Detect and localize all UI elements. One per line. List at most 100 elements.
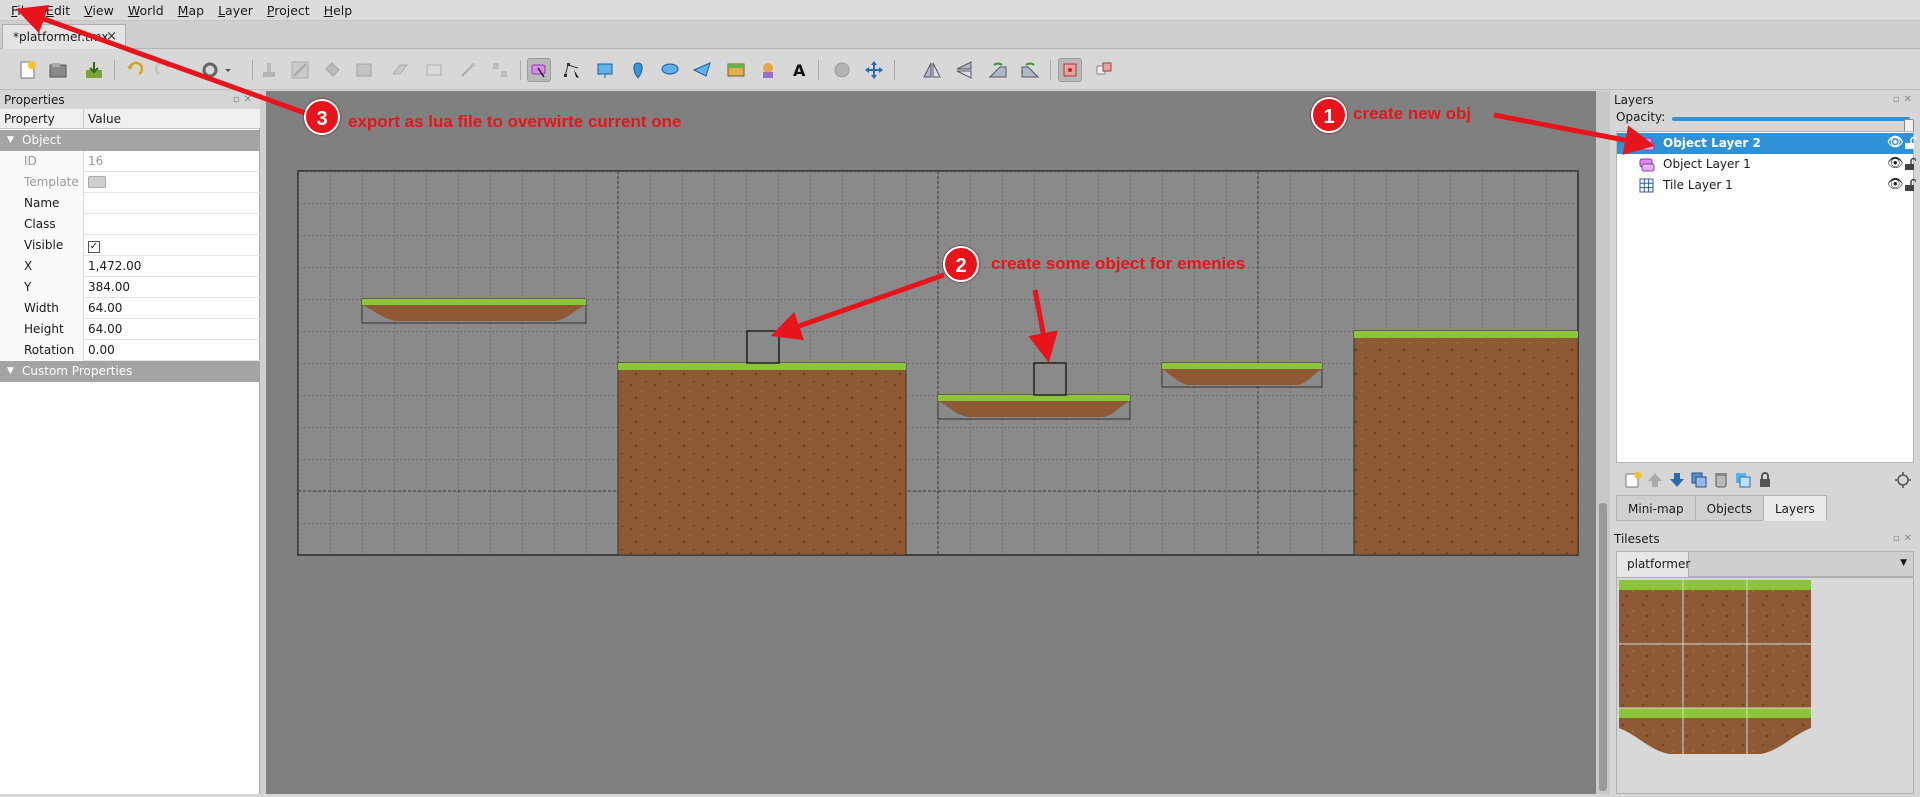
delete-layer-icon[interactable]	[1712, 471, 1730, 489]
terrain-brush-icon[interactable]	[288, 58, 312, 82]
menu-project[interactable]: Project	[260, 0, 317, 21]
lower-layer-icon[interactable]	[1668, 471, 1686, 489]
rectangle-select-icon[interactable]	[422, 58, 446, 82]
bucket-fill-icon[interactable]	[320, 58, 344, 82]
insert-polygon-icon[interactable]	[690, 58, 714, 82]
menu-map[interactable]: Map	[171, 0, 211, 21]
tileset-view[interactable]	[1616, 577, 1914, 794]
visible-value[interactable]: ✓	[84, 235, 260, 256]
panel-float-close-icons[interactable]: ▫✕	[1893, 533, 1916, 544]
world-tool-icon[interactable]	[830, 58, 854, 82]
panel-float-close-icons[interactable]: ▫✕	[233, 94, 256, 105]
insert-rectangle-icon[interactable]	[593, 58, 617, 82]
unlocked-icon[interactable]	[1904, 157, 1916, 171]
property-row-rotation[interactable]: Rotation 0.00	[0, 340, 260, 361]
eraser-icon[interactable]	[388, 58, 412, 82]
annotation-text-3: export as lua file to overwirte current …	[348, 112, 682, 131]
tileset-tab-platformer[interactable]: platformer	[1617, 552, 1690, 577]
random-mode-icon[interactable]	[1058, 58, 1082, 82]
visible-checkbox[interactable]: ✓	[88, 241, 100, 253]
open-file-icon[interactable]	[46, 58, 70, 82]
stamp-brush-icon[interactable]	[257, 58, 281, 82]
edit-polygons-icon[interactable]	[560, 58, 584, 82]
insert-tile-icon[interactable]	[724, 58, 748, 82]
flip-vertical-icon[interactable]	[952, 58, 976, 82]
highlight-layer-icon[interactable]	[1894, 471, 1912, 489]
layer-row-object-layer-2[interactable]: Object Layer 2 👁	[1617, 133, 1916, 154]
menu-view[interactable]: View	[77, 0, 121, 21]
menu-edit[interactable]: Edit	[39, 0, 77, 21]
new-layer-icon[interactable]	[1624, 471, 1642, 489]
shape-fill-icon[interactable]	[352, 58, 376, 82]
x-field[interactable]: 1,472.00	[84, 256, 260, 277]
close-tab-icon[interactable]: ×	[106, 29, 117, 44]
property-row-width[interactable]: Width 64.00	[0, 298, 260, 319]
layer-row-object-layer-1[interactable]: Object Layer 1 👁	[1617, 154, 1916, 175]
visibility-eye-icon[interactable]: 👁	[1887, 177, 1904, 192]
property-row-x[interactable]: X 1,472.00	[0, 256, 260, 277]
menu-layer[interactable]: Layer	[211, 0, 260, 21]
tileset-menu-chevron-icon[interactable]: ▼	[1900, 558, 1907, 568]
menu-world[interactable]: World	[121, 0, 171, 21]
property-row-name[interactable]: Name	[0, 193, 260, 214]
rotate-right-icon[interactable]	[1018, 58, 1042, 82]
width-field[interactable]: 64.00	[84, 298, 260, 319]
class-field[interactable]	[84, 214, 260, 235]
object-group-header[interactable]: ▼ Object	[0, 130, 260, 151]
name-field[interactable]	[84, 193, 260, 214]
tab-mini-map[interactable]: Mini-map	[1616, 495, 1696, 521]
insert-template-icon[interactable]	[756, 58, 780, 82]
value-column-header[interactable]: Value	[84, 109, 121, 129]
new-file-icon[interactable]	[16, 58, 40, 82]
raise-layer-icon[interactable]	[1646, 471, 1664, 489]
visibility-eye-icon[interactable]: 👁	[1887, 156, 1904, 171]
canvas-vertical-scrollbar[interactable]	[1596, 91, 1610, 794]
layer-group-icon[interactable]	[1734, 471, 1752, 489]
opacity-slider[interactable]	[1672, 117, 1914, 133]
map-view[interactable]	[266, 91, 1596, 794]
save-file-icon[interactable]	[82, 58, 106, 82]
tab-layers[interactable]: Layers	[1762, 495, 1827, 521]
redo-icon[interactable]	[152, 58, 176, 82]
layers-list: Object Layer 2 👁 Object Layer 1 👁 Tile L…	[1616, 131, 1916, 463]
map-canvas[interactable]	[266, 91, 1596, 794]
annotation-text-1: create new obj	[1353, 104, 1472, 123]
height-field[interactable]: 64.00	[84, 319, 260, 340]
property-row-visible[interactable]: Visible ✓	[0, 235, 260, 256]
move-icon[interactable]	[862, 58, 886, 82]
property-row-height[interactable]: Height 64.00	[0, 319, 260, 340]
insert-ellipse-icon[interactable]	[658, 58, 682, 82]
tileset-image	[1619, 580, 1811, 760]
magic-wand-icon[interactable]	[456, 58, 480, 82]
menu-file[interactable]: File	[4, 0, 39, 21]
y-field[interactable]: 384.00	[84, 277, 260, 298]
ground-block	[1353, 330, 1579, 556]
select-same-tile-icon[interactable]	[488, 58, 512, 82]
insert-text-icon[interactable]: A	[788, 58, 812, 82]
menu-help[interactable]: Help	[317, 0, 360, 21]
property-row-class[interactable]: Class	[0, 214, 260, 235]
duplicate-layer-icon[interactable]	[1690, 471, 1708, 489]
rotation-field[interactable]: 0.00	[84, 340, 260, 361]
select-objects-icon[interactable]	[527, 58, 551, 82]
layer-name: Object Layer 1	[1663, 157, 1751, 171]
scrollbar-thumb[interactable]	[1599, 503, 1607, 791]
document-tab[interactable]: *platformer.tmx ×	[2, 24, 126, 49]
visibility-eye-icon[interactable]: 👁	[1887, 135, 1904, 150]
property-key: Class	[0, 214, 84, 235]
flip-horizontal-icon[interactable]	[920, 58, 944, 82]
panel-float-close-icons[interactable]: ▫✕	[1893, 94, 1916, 105]
property-column-header[interactable]: Property	[0, 109, 84, 129]
property-row-y[interactable]: Y 384.00	[0, 277, 260, 298]
unlocked-icon[interactable]	[1904, 178, 1916, 192]
layer-row-tile-layer-1[interactable]: Tile Layer 1 👁	[1617, 175, 1916, 196]
rotate-left-icon[interactable]	[986, 58, 1010, 82]
tab-objects[interactable]: Objects	[1694, 495, 1764, 521]
custom-properties-group-header[interactable]: ▼ Custom Properties	[0, 361, 260, 382]
lock-layer-icon[interactable]	[1756, 471, 1774, 489]
insert-point-icon[interactable]	[626, 58, 650, 82]
undo-icon[interactable]	[122, 58, 146, 82]
commands-icon[interactable]	[200, 58, 234, 82]
wang-fill-icon[interactable]	[1092, 58, 1116, 82]
unlocked-icon[interactable]	[1904, 136, 1916, 150]
